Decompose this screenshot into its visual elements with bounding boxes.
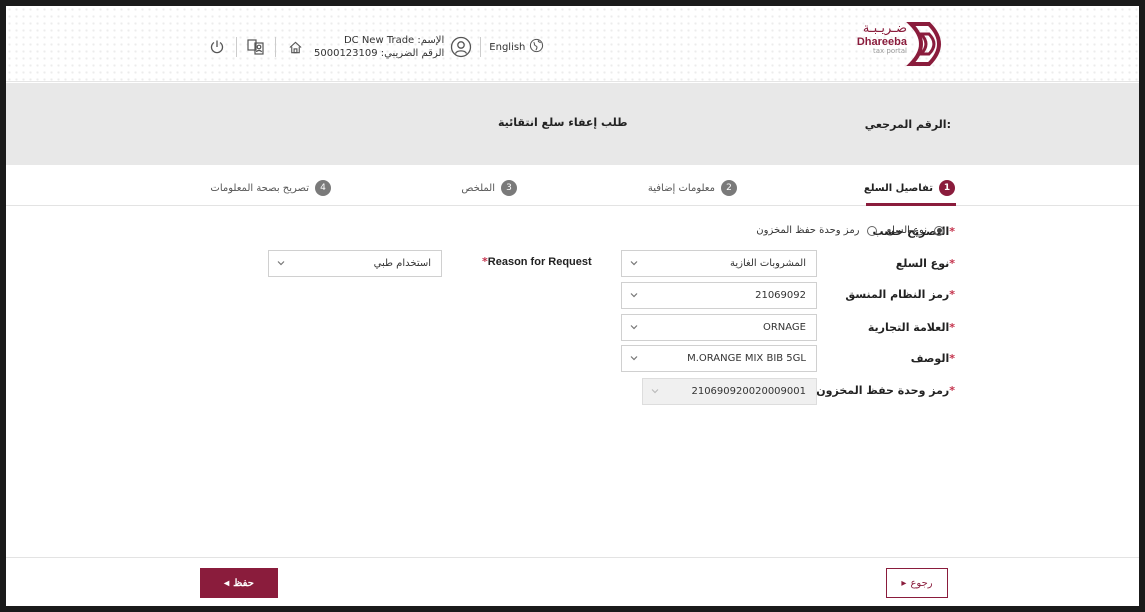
step-number: 4 [315,180,331,196]
step-additional-info[interactable]: 2 معلومات إضافية [648,180,737,196]
goods-type-select[interactable]: المشروبات الغازية [621,250,817,277]
dhareeba-logo-icon[interactable] [899,20,959,68]
brand-value: ORNAGE [762,322,806,333]
description-select[interactable]: M.ORANGE MIX BIB 5GL [621,345,817,372]
back-button-label: رجوع [910,577,933,589]
step-number: 3 [501,180,517,196]
step-goods-details[interactable]: 1 تفاصيل السلع [864,180,955,196]
chevron-down-icon [628,321,640,333]
step-label: تفاصيل السلع [863,182,933,194]
request-title: طلب إعفاء سلع انتقائية [498,116,628,129]
top-header: الإسم: DC New Trade الرقم الضريبي: 50001… [6,6,1139,82]
sku-label: رمز وحدة حفظ المخزون* [816,384,955,397]
step-number: 1 [939,180,955,196]
radio-goods-type[interactable] [934,225,944,236]
brand-label-text: العلامة التجارية [867,321,950,334]
required-mark: * [949,225,955,238]
divider [480,37,482,57]
chevron-down-icon [628,257,640,269]
request-header-band: الرقم المرجعي: طلب إعفاء سلع انتقائية [6,83,1139,165]
radio-sku-label[interactable]: رمز وحدة حفظ المخزون [756,225,859,236]
hs-code-label-text: رمز النظام المنسق [845,288,950,301]
active-step-indicator [866,203,956,206]
reason-select[interactable]: استخدام طبي [268,250,442,277]
brand-select[interactable]: ORNAGE [621,314,817,341]
user-name: الإسم: DC New Trade [343,34,445,46]
required-mark: * [949,384,955,397]
step-declaration[interactable]: 4 تصريح بصحة المعلومات [210,180,331,196]
sku-value: 210690920020009001 [691,386,806,397]
reason-label: *Reason for Request [482,255,592,268]
required-mark: * [949,321,955,334]
brand-label: العلامة التجارية* [868,321,955,334]
description-label-text: الوصف [910,352,950,365]
globe-icon[interactable] [529,38,544,56]
radio-sku[interactable] [866,225,877,236]
wizard-steps: 1 تفاصيل السلع 2 معلومات إضافية 3 الملخص… [6,166,1139,206]
language-switcher[interactable]: English [489,38,544,56]
chevron-down-icon [628,289,640,301]
chevron-down-icon [649,385,661,397]
reason-label-text: Reason for Request [487,256,592,268]
reference-number-label: الرقم المرجعي: [864,118,951,131]
sku-select[interactable]: 210690920020009001 [642,378,817,405]
required-mark: * [949,288,955,301]
chevron-down-icon [628,352,640,364]
goods-type-label: نوع السلع* [896,257,955,270]
user-info: الإسم: DC New Trade الرقم الضريبي: 50001… [314,34,444,61]
language-label[interactable]: English [489,42,525,53]
divider [275,37,276,57]
step-number: 2 [721,180,737,196]
caret-right-icon: ▸ [901,577,907,589]
save-button[interactable]: حفظ ◂ [200,568,278,598]
form-footer: حفظ ◂ رجوع ▸ [6,557,1139,606]
step-label: تصريح بصحة المعلومات [210,182,309,194]
required-mark: * [949,257,955,270]
radio-goods-type-label[interactable]: نوع السلع [887,225,927,236]
declare-by-radio-group: نوع السلع رمز وحدة حفظ المخزون [756,225,944,236]
description-value: M.ORANGE MIX BIB 5GL [687,353,806,364]
required-mark: * [949,352,955,365]
user-icon[interactable] [450,36,472,58]
tax-number: الرقم الضريبي: 5000123109 [314,48,445,59]
switch-profile-icon[interactable] [245,36,267,58]
goods-type-label-text: نوع السلع [895,257,950,270]
step-label: الملخص [461,182,495,194]
chevron-down-icon [275,257,287,269]
caret-left-icon: ◂ [224,577,230,589]
reason-value: استخدام طبي [373,258,431,269]
app-frame: الإسم: DC New Trade الرقم الضريبي: 50001… [6,6,1139,606]
description-label: الوصف* [911,352,955,365]
sku-label-text: رمز وحدة حفظ المخزون [816,384,950,397]
save-button-label: حفظ [233,577,254,589]
step-label: معلومات إضافية [647,182,715,194]
home-icon[interactable] [284,36,306,58]
power-icon[interactable] [206,36,228,58]
goods-type-value: المشروبات الغازية [730,258,806,269]
hs-code-label: رمز النظام المنسق* [845,288,955,301]
step-summary[interactable]: 3 الملخص [461,180,517,196]
hs-code-value: 21069092 [755,290,806,301]
back-button[interactable]: رجوع ▸ [886,568,948,598]
divider [236,37,237,57]
header-toolbar: الإسم: DC New Trade الرقم الضريبي: 50001… [206,32,544,62]
hs-code-select[interactable]: 21069092 [621,282,817,309]
